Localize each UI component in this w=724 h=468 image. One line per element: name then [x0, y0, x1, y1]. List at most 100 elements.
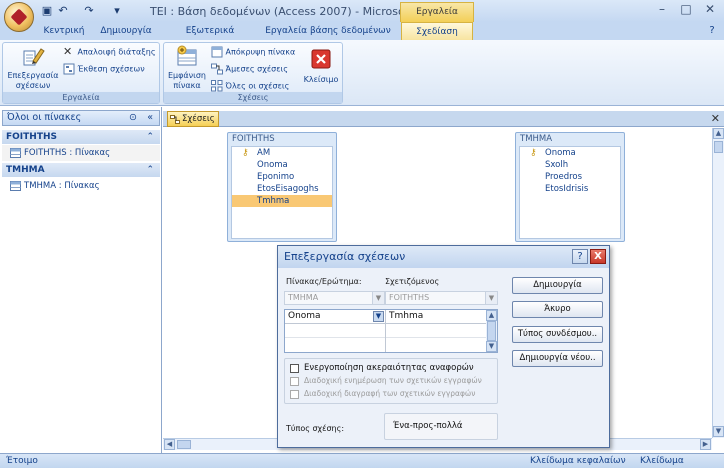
field-item[interactable]: EtosIdrisis — [520, 183, 620, 195]
collapse-pane-icon[interactable]: « — [147, 111, 153, 125]
nav-pane-header[interactable]: Όλοι οι πίνακες ⊙ « — [2, 110, 160, 126]
vertical-scrollbar[interactable]: ▲ ▼ — [712, 128, 724, 438]
create-button[interactable]: Δημιουργία — [512, 277, 603, 294]
close-relationships-button[interactable]: Κλείσιμο — [300, 45, 342, 93]
grid-right-cell[interactable]: Tmhma — [386, 310, 486, 324]
field-item[interactable]: Sxolh — [520, 159, 620, 171]
cancel-button[interactable]: Άκυρο — [512, 301, 603, 318]
create-new-button[interactable]: Δημιουργία νέου.. — [512, 350, 603, 367]
relationships-group: Εμφάνιση πίνακα Απόκρυψη πίνακα Άμεσες σ… — [163, 42, 343, 104]
document-tab-bar: Σχέσεις ✕ — [163, 111, 724, 127]
close-document-icon[interactable]: ✕ — [711, 111, 720, 126]
relationship-report-button[interactable]: Έκθεση σχέσεων — [63, 63, 145, 76]
all-relationships-label: Όλες οι σχέσεις — [225, 81, 290, 91]
scroll-right-icon[interactable]: ▶ — [700, 439, 711, 450]
primary-key-icon: ⚷ — [242, 148, 249, 158]
enforce-integrity-checkbox[interactable] — [290, 364, 299, 373]
nav-group-label: FOITHTHS — [6, 132, 57, 142]
field-name: EtosEisagoghs — [257, 184, 319, 194]
dialog-title: Επεξεργασία σχέσεων — [284, 250, 406, 263]
field-item-selected[interactable]: Tmhma — [232, 195, 332, 207]
tools-group: Επεξεργασία σχέσεων ✕ Απαλοιφή διάταξης … — [2, 42, 160, 104]
chevron-up-icon[interactable]: ⌃ — [146, 130, 154, 144]
field-name: Onoma — [257, 160, 288, 170]
scroll-down-icon[interactable]: ▼ — [713, 426, 724, 437]
save-icon[interactable]: ▣ — [40, 4, 54, 18]
scroll-up-icon[interactable]: ▲ — [713, 128, 724, 139]
tab-database-tools[interactable]: Εργαλεία βάσης δεδομένων — [260, 22, 396, 40]
table-icon — [10, 181, 21, 191]
help-icon[interactable]: ? — [706, 25, 718, 37]
relationship-report-icon — [63, 63, 75, 75]
dialog-close-icon[interactable]: X — [590, 249, 606, 264]
clear-layout-button[interactable]: ✕ Απαλοιφή διάταξης — [63, 46, 156, 59]
chevron-down-icon[interactable]: ▼ — [373, 311, 384, 322]
direct-relationships-label: Άμεσες σχέσεις — [225, 64, 288, 74]
nav-group-label: TMHMA — [6, 165, 45, 175]
all-relationships-button[interactable]: Όλες οι σχέσεις — [211, 80, 289, 93]
close-window-icon[interactable]: ✕ — [698, 0, 722, 18]
table-window-foithths[interactable]: FOITHTHS ⚷ AM Onoma Eponimo EtosEisagogh… — [227, 132, 337, 242]
field-name: Eponimo — [257, 172, 295, 182]
dialog-title-bar[interactable]: Επεξεργασία σχέσεων ? X — [278, 246, 609, 268]
cascade-delete-checkbox — [290, 390, 299, 399]
direct-relationships-button[interactable]: Άμεσες σχέσεις — [211, 63, 288, 76]
table-window-title: TMHMA — [520, 134, 553, 144]
scroll-thumb[interactable] — [714, 141, 723, 153]
edit-relationships-label: Επεξεργασία σχέσεων — [7, 71, 59, 90]
scroll-thumb[interactable] — [487, 321, 496, 341]
edit-relationships-dialog: Επεξεργασία σχέσεων ? X Πίνακας/Ερώτημα:… — [277, 245, 610, 448]
all-relationships-icon — [211, 80, 223, 92]
relationships-doc-tab[interactable]: Σχέσεις — [167, 111, 219, 127]
customize-qat-icon[interactable]: ▾ — [110, 4, 124, 18]
field-name: EtosIdrisis — [545, 184, 589, 194]
hide-table-button[interactable]: Απόκρυψη πίνακα — [211, 46, 295, 59]
office-logo-icon — [10, 8, 28, 26]
help-icon[interactable]: ? — [572, 249, 588, 264]
minimize-icon[interactable]: – — [650, 0, 674, 18]
grid-empty-row[interactable] — [285, 338, 486, 352]
scroll-left-icon[interactable]: ◀ — [164, 439, 175, 450]
hide-table-icon — [211, 46, 223, 58]
field-item[interactable]: EtosEisagoghs — [232, 183, 332, 195]
office-button[interactable] — [4, 2, 34, 32]
show-table-button[interactable]: Εμφάνιση πίνακα — [165, 45, 209, 93]
field-item[interactable]: Eponimo — [232, 171, 332, 183]
nav-menu-icon[interactable]: ⊙ — [129, 111, 137, 125]
join-type-button[interactable]: Τύπος συνδέσμου.. — [512, 326, 603, 343]
chevron-up-icon[interactable]: ⌃ — [146, 163, 154, 177]
grid-empty-row[interactable] — [285, 324, 486, 338]
hide-table-label: Απόκρυψη πίνακα — [225, 47, 296, 57]
clear-layout-icon: ✕ — [63, 45, 73, 58]
cascade-update-checkbox — [290, 377, 299, 386]
maximize-icon[interactable]: □ — [674, 0, 698, 18]
edit-relationships-button[interactable]: Επεξεργασία σχέσεων — [5, 45, 61, 93]
nav-item-foithths-table[interactable]: FOITHTHS : Πίνακας — [2, 145, 160, 161]
field-item[interactable]: Onoma — [232, 159, 332, 171]
tab-home[interactable]: Κεντρική — [38, 22, 90, 40]
nav-group-tmhma[interactable]: TMHMA ⌃ — [2, 163, 160, 177]
tab-external-data[interactable]: Εξωτερικά δεδομένα — [164, 22, 256, 54]
scroll-up-icon[interactable]: ▲ — [486, 310, 497, 321]
table-window-tmhma[interactable]: TMHMA ⚷ Onoma Sxolh Proedros EtosIdrisis — [515, 132, 625, 242]
status-text: Έτοιμο — [6, 456, 38, 466]
field-name: Tmhma — [257, 196, 290, 206]
redo-icon[interactable]: ↷ — [82, 4, 96, 18]
tab-design[interactable]: Σχεδίαση — [401, 22, 473, 40]
nav-item-tmhma-table[interactable]: TMHMA : Πίνακας — [2, 178, 160, 194]
field-item[interactable]: ⚷ AM — [232, 147, 332, 159]
scroll-thumb[interactable] — [177, 440, 191, 449]
grid-scrollbar[interactable]: ▲ ▼ — [486, 310, 497, 352]
field-item[interactable]: Proedros — [520, 171, 620, 183]
table-window-title: FOITHTHS — [232, 134, 275, 144]
tab-create[interactable]: Δημιουργία — [96, 22, 156, 40]
field-mapping-grid[interactable]: Onoma ▼ Tmhma ▲ ▼ — [284, 309, 498, 353]
status-bar: Έτοιμο Κλείδωμα κεφαλαίων Κλείδωμα αριθμ… — [0, 453, 724, 468]
undo-icon[interactable]: ↶ — [56, 4, 70, 18]
scroll-down-icon[interactable]: ▼ — [486, 341, 497, 352]
grid-left-value: Onoma — [288, 311, 321, 321]
nav-group-foithths[interactable]: FOITHTHS ⌃ — [2, 130, 160, 144]
grid-left-cell[interactable]: Onoma ▼ — [285, 310, 386, 324]
field-name: Proedros — [545, 172, 583, 182]
field-item[interactable]: ⚷ Onoma — [520, 147, 620, 159]
